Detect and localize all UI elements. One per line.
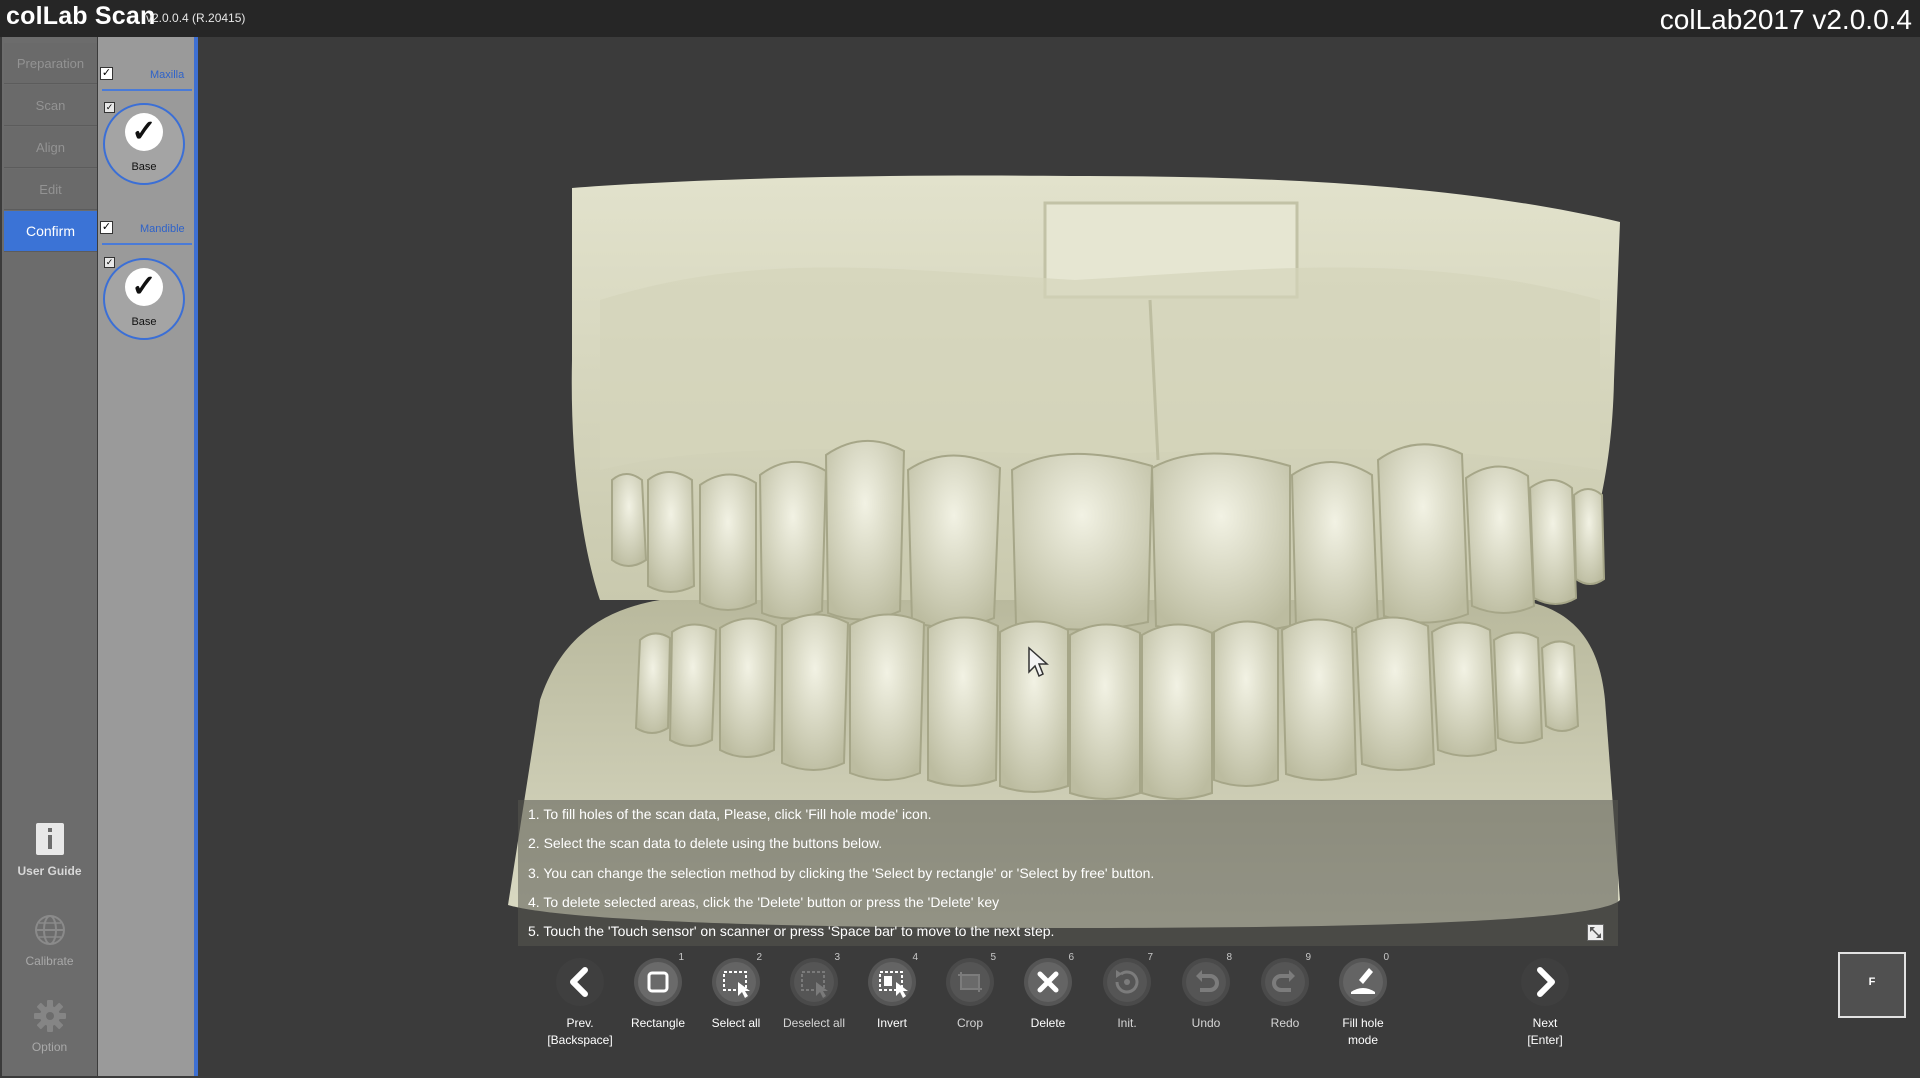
shortcut-number: 4 — [912, 952, 918, 963]
crop-button[interactable]: 5 Crop — [930, 952, 1010, 1032]
rectangle-button[interactable]: 1 Rectangle — [618, 952, 698, 1032]
prev-label: Prev. — [566, 1016, 594, 1030]
maxilla-label: Maxilla — [150, 69, 185, 81]
redo-icon: 9 — [1261, 952, 1311, 1006]
deselect-all-button[interactable]: 3 Deselect all — [774, 952, 854, 1032]
instruction-line: 4. To delete selected areas, click the '… — [518, 887, 1618, 918]
undo-button[interactable]: 8 Undo — [1166, 952, 1246, 1032]
app-window: colLab Scan v2.0.0.4 (R.20415) colLab201… — [0, 0, 1920, 1078]
maxilla-underline — [102, 89, 192, 91]
redo-button[interactable]: 9 Redo — [1245, 952, 1325, 1032]
reset-icon: 7 — [1103, 952, 1153, 1006]
invert-label: Invert — [876, 1016, 907, 1030]
redo-label: Redo — [1270, 1016, 1300, 1030]
crop-icon: 5 — [946, 952, 996, 1006]
instruction-line: 5. Touch the 'Touch sensor' on scanner o… — [518, 917, 1618, 947]
mandible-underline — [102, 243, 192, 245]
view-toggle-button[interactable]: F — [1838, 952, 1906, 1018]
chevron-right-icon — [1521, 958, 1569, 1006]
globe-icon — [34, 915, 65, 945]
user-guide-label: User Guide — [17, 864, 82, 878]
app-name: colLab Scan — [6, 2, 156, 30]
instructions-panel: 1. To fill holes of the scan data, Pleas… — [518, 800, 1618, 947]
next-shortcut: [Enter] — [1527, 1033, 1563, 1047]
delete-icon: 6 — [1024, 952, 1074, 1006]
prev-button[interactable]: Prev. [Backspace] — [540, 958, 620, 1049]
expand-icon — [1590, 927, 1601, 938]
instruction-line: 1. To fill holes of the scan data, Pleas… — [518, 800, 1618, 830]
shortcut-number: 5 — [990, 952, 996, 963]
check-icon: ✓ — [125, 113, 163, 151]
calibrate-button[interactable]: Calibrate — [2, 913, 97, 968]
delete-label: Delete — [1030, 1016, 1066, 1030]
rectangle-label: Rectangle — [630, 1016, 686, 1030]
invert-button[interactable]: 4 Invert — [852, 952, 932, 1032]
init-button[interactable]: 7 Init. — [1087, 952, 1167, 1032]
workflow-steps-panel: Preparation Scan Align Edit Confirm User… — [2, 37, 97, 1076]
fill-hole-icon: 0 — [1339, 952, 1389, 1006]
product-title: colLab2017 v2.0.0.4 — [1659, 4, 1912, 35]
instruction-line: 2. Select the scan data to delete using … — [518, 829, 1618, 859]
select-all-label: Select all — [711, 1016, 761, 1030]
step-edit[interactable]: Edit — [4, 169, 97, 210]
shortcut-number: 9 — [1305, 952, 1311, 963]
calibrate-label: Calibrate — [25, 954, 74, 968]
invert-icon: 4 — [868, 952, 918, 1006]
init-label: Init. — [1117, 1016, 1137, 1030]
chevron-left-icon — [556, 958, 604, 1006]
step-confirm[interactable]: Confirm — [4, 211, 97, 252]
shortcut-number: 6 — [1068, 952, 1074, 963]
shortcut-number: 2 — [756, 952, 762, 963]
mandible-base-checkbox[interactable]: ✓ — [104, 257, 115, 268]
fill-hole-mode-button[interactable]: 0 Fill hole mode — [1323, 952, 1403, 1049]
jaw-tree-panel — [98, 37, 194, 1076]
crop-label: Crop — [956, 1016, 983, 1030]
deselect-all-icon: 3 — [790, 952, 840, 1006]
fill-hole-label: Fill hole — [1342, 1016, 1384, 1030]
mandible-checkbox[interactable]: ✓ — [100, 221, 113, 234]
select-all-icon: 2 — [712, 952, 762, 1006]
step-align[interactable]: Align — [4, 127, 97, 168]
option-button[interactable]: Option — [2, 999, 97, 1054]
app-version: v2.0.0.4 (R.20415) — [146, 11, 246, 25]
maxilla-base-label: Base — [131, 161, 157, 173]
select-all-button[interactable]: 2 Select all — [696, 952, 776, 1032]
instruction-line: 3. You can change the selection method b… — [518, 858, 1618, 888]
next-button[interactable]: Next [Enter] — [1505, 958, 1585, 1049]
shortcut-number: 0 — [1383, 952, 1389, 963]
mandible-base-label: Base — [131, 316, 157, 328]
step-scan[interactable]: Scan — [4, 85, 97, 126]
check-icon: ✓ — [125, 268, 163, 306]
mouse-cursor-icon — [1028, 646, 1049, 678]
shortcut-number: 8 — [1226, 952, 1232, 963]
shortcut-number: 7 — [1147, 952, 1153, 963]
user-guide-button[interactable]: User Guide — [2, 821, 97, 878]
rectangle-select-icon: 1 — [634, 952, 684, 1006]
delete-button[interactable]: 6 Delete — [1008, 952, 1088, 1032]
maxilla-base-checkbox[interactable]: ✓ — [104, 102, 115, 113]
undo-icon: 8 — [1182, 952, 1232, 1006]
option-label: Option — [31, 1040, 68, 1054]
gear-icon — [33, 1000, 66, 1032]
title-bar: colLab Scan v2.0.0.4 (R.20415) colLab201… — [0, 0, 1920, 37]
fill-hole-label-2: mode — [1347, 1033, 1379, 1047]
mandible-base-item[interactable]: ✓ Base — [103, 258, 185, 340]
view-toggle-label: F — [1868, 976, 1876, 988]
deselect-all-label: Deselect all — [782, 1016, 846, 1030]
shortcut-number: 1 — [678, 952, 684, 963]
maxilla-base-item[interactable]: ✓ Base — [103, 103, 185, 185]
mandible-label: Mandible — [140, 223, 185, 235]
expand-button[interactable] — [1587, 924, 1604, 941]
undo-label: Undo — [1191, 1016, 1221, 1030]
shortcut-number: 3 — [834, 952, 840, 963]
next-label: Next — [1532, 1016, 1558, 1030]
maxilla-checkbox[interactable]: ✓ — [100, 67, 113, 80]
prev-shortcut: [Backspace] — [547, 1033, 613, 1047]
step-preparation[interactable]: Preparation — [4, 43, 97, 84]
info-icon — [35, 823, 64, 855]
